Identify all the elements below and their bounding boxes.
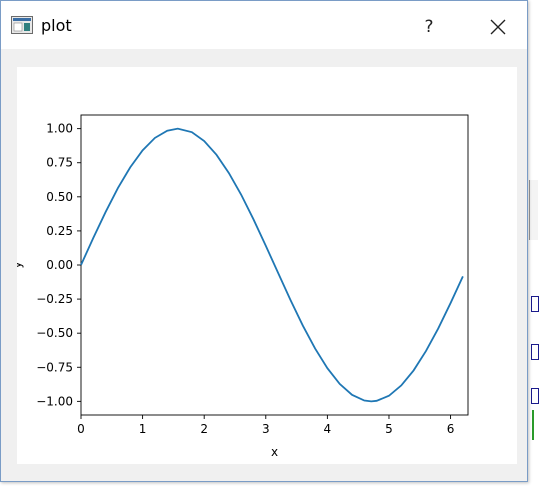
- close-button[interactable]: [475, 9, 521, 45]
- x-tick-label: 3: [262, 422, 270, 436]
- y-tick-label: −0.75: [36, 360, 73, 374]
- background-window-fragment: [532, 410, 539, 440]
- background-window-fragment: [531, 388, 539, 404]
- background-window-fragment: [531, 344, 539, 360]
- background-window-fragment: [531, 296, 539, 312]
- x-tick-label: 1: [139, 422, 147, 436]
- y-tick-label: −1.00: [36, 394, 73, 408]
- y-axis: 1.00 0.75 0.50 0.25 0.00 −0.25 −0.50 −0.75 −1.00: [36, 122, 81, 408]
- x-tick-label: 0: [77, 422, 85, 436]
- x-tick-label: 4: [324, 422, 332, 436]
- x-axis-label: x: [271, 445, 278, 459]
- y-tick-label: −0.25: [36, 292, 73, 306]
- y-tick-label: 1.00: [46, 122, 73, 136]
- x-axis: 0 1 2 3 4 5 6: [77, 415, 454, 436]
- plot-window: plot ? 1.00 0.75 0.50 0.25 0.00 −0.25 −0.50 −0.…: [0, 0, 528, 482]
- help-button[interactable]: ?: [409, 9, 449, 45]
- y-axis-label: y: [17, 261, 24, 268]
- background-window-fragment: [529, 180, 538, 240]
- y-tick-label: 0.00: [46, 258, 73, 272]
- plot-window-icon: [11, 16, 33, 34]
- y-tick-label: 0.25: [46, 224, 73, 238]
- x-tick-label: 5: [385, 422, 393, 436]
- y-tick-label: 0.75: [46, 156, 73, 170]
- y-tick-label: 0.50: [46, 190, 73, 204]
- title-bar[interactable]: plot ?: [1, 1, 527, 49]
- x-tick-label: 6: [447, 422, 455, 436]
- figure-canvas: 1.00 0.75 0.50 0.25 0.00 −0.25 −0.50 −0.75 −1.00…: [10, 67, 517, 464]
- y-tick-label: −0.50: [36, 326, 73, 340]
- close-icon: [490, 19, 506, 35]
- x-tick-label: 2: [200, 422, 208, 436]
- window-client-area: 1.00 0.75 0.50 0.25 0.00 −0.25 −0.50 −0.75 −1.00…: [1, 49, 527, 481]
- window-title: plot: [41, 16, 72, 35]
- line-chart: 1.00 0.75 0.50 0.25 0.00 −0.25 −0.50 −0.75 −1.00…: [10, 114, 469, 459]
